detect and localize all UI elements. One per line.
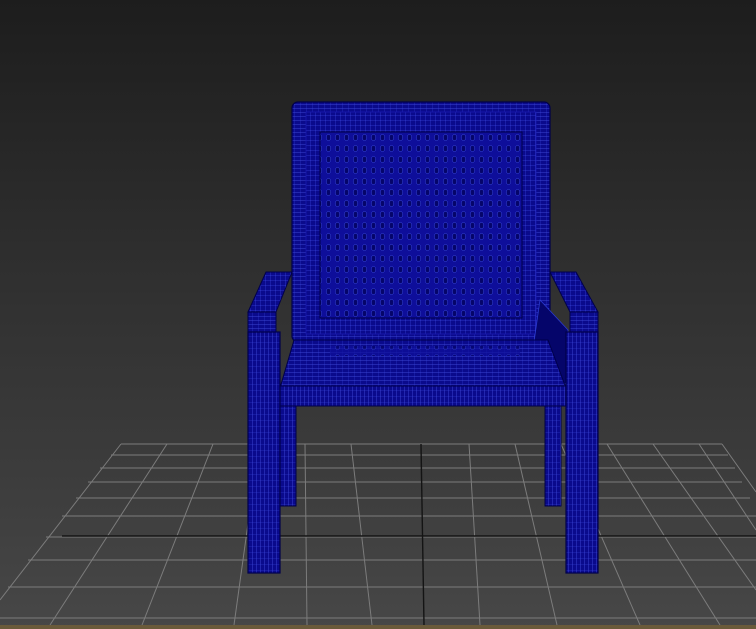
- back-leg-right[interactable]: [544, 399, 562, 507]
- floor-grid: [0, 443, 756, 625]
- front-leg-right[interactable]: [565, 331, 599, 574]
- floor-grid-axes: [62, 443, 756, 625]
- status-bar-edge: [0, 625, 756, 629]
- 3d-viewport[interactable]: [0, 0, 756, 629]
- backrest[interactable]: [291, 101, 551, 343]
- backrest-mesh: [319, 131, 523, 319]
- seat[interactable]: [279, 339, 567, 407]
- viewport-scene[interactable]: [0, 0, 756, 625]
- armrest-left[interactable]: [247, 271, 293, 333]
- front-leg-left[interactable]: [247, 331, 281, 574]
- back-leg-left[interactable]: [279, 399, 297, 507]
